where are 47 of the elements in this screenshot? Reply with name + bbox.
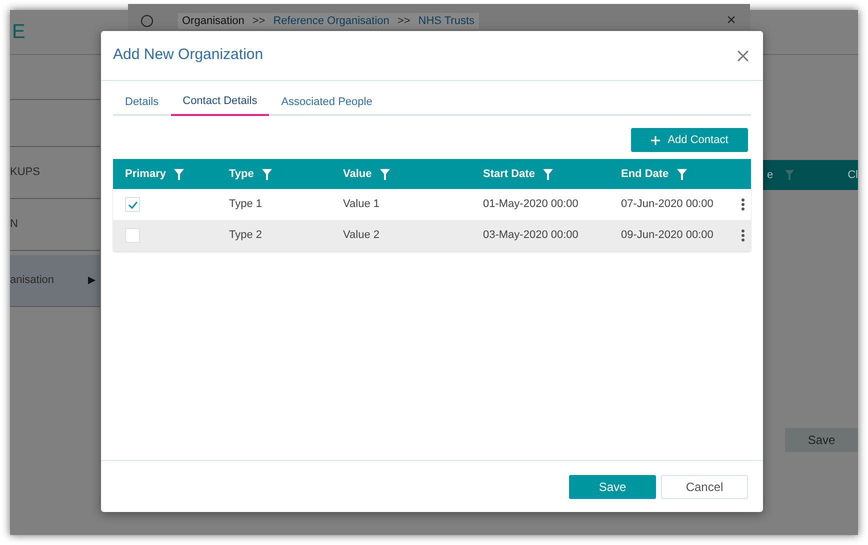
- more-icon[interactable]: [741, 229, 745, 242]
- filter-icon[interactable]: [174, 168, 184, 180]
- table-cell: 07-Jun-2020 00:00: [621, 198, 714, 210]
- filter-icon[interactable]: [262, 168, 272, 180]
- save-button[interactable]: Save: [785, 428, 858, 452]
- table-cell: Type 1: [229, 198, 262, 210]
- sidebar-item[interactable]: anisation ▶: [10, 255, 100, 307]
- breadcrumb-separator: >>: [397, 14, 410, 29]
- column-header: Start Date: [483, 166, 535, 182]
- table-cell: 09-Jun-2020 00:00: [621, 229, 714, 242]
- sidebar-item[interactable]: KUPS: [10, 147, 100, 199]
- table-cell: Value 2: [343, 229, 380, 242]
- cancel-button[interactable]: Cancel: [661, 474, 748, 498]
- table-header: e Cl: [763, 160, 858, 190]
- column-header: Value: [343, 166, 372, 182]
- table-cell: Value 1: [343, 198, 380, 210]
- search-icon: [140, 14, 154, 28]
- breadcrumb-link[interactable]: NHS Trusts: [418, 12, 475, 30]
- filter-icon[interactable]: [380, 168, 390, 180]
- tab[interactable]: Contact Details: [170, 88, 270, 116]
- breadcrumb-separator: >>: [252, 14, 266, 29]
- column-header: End Date: [621, 166, 669, 182]
- arrow-icon: ▶: [88, 273, 96, 288]
- tab[interactable]: Associated People: [269, 88, 384, 116]
- add-contact-button[interactable]: Add Contact: [631, 128, 748, 152]
- more-icon[interactable]: [741, 198, 745, 211]
- column-header: Primary: [125, 166, 166, 182]
- checkbox[interactable]: [125, 228, 140, 243]
- breadcrumb-link[interactable]: Reference Organisation: [273, 12, 390, 30]
- logo: E: [11, 20, 26, 45]
- table-cell: 03-May-2020 00:00: [483, 229, 578, 242]
- checkbox[interactable]: [125, 197, 140, 212]
- close-icon[interactable]: [737, 50, 749, 62]
- sidebar-item[interactable]: N: [10, 199, 100, 251]
- breadcrumb-link[interactable]: Organisation: [182, 12, 244, 30]
- tab[interactable]: Details: [113, 88, 171, 116]
- table-cell: Type 2: [229, 229, 262, 242]
- filter-icon[interactable]: [676, 168, 687, 180]
- dialog-title: Add New Organization: [113, 45, 264, 66]
- close-icon[interactable]: ×: [726, 9, 736, 33]
- check-icon: [128, 200, 138, 208]
- column-header: Type: [229, 166, 254, 182]
- filter-icon: [785, 170, 794, 180]
- plus-icon: [650, 136, 660, 144]
- table-cell: 01-May-2020 00:00: [483, 198, 578, 210]
- filter-icon[interactable]: [542, 168, 553, 180]
- save-button[interactable]: Save: [569, 474, 656, 498]
